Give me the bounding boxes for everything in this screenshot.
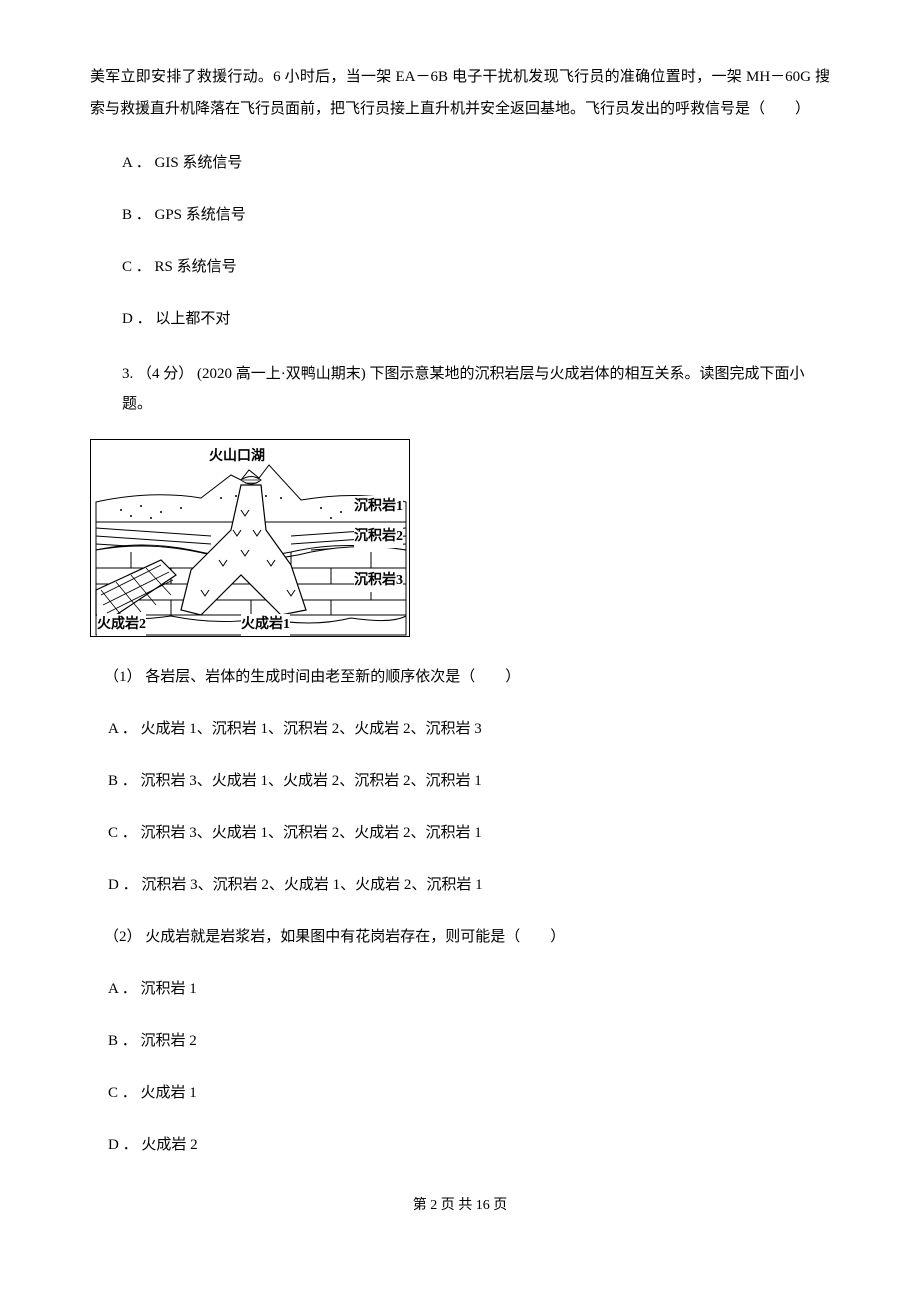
q3-sub1-stem: （1） 各岩层、岩体的生成时间由老至新的顺序依次是（ ） [90, 665, 830, 689]
page-content: 美军立即安排了救援行动。6 小时后，当一架 EA－6B 电子干扰机发现飞行员的准… [0, 0, 920, 1257]
q3-sub1-option-a: A ． 火成岩 1、沉积岩 1、沉积岩 2、火成岩 2、沉积岩 3 [90, 717, 830, 741]
q2-option-c: C ． RS 系统信号 [90, 255, 830, 279]
q2-option-d: D ． 以上都不对 [90, 307, 830, 331]
q3-stem: 3. （4 分） (2020 高一上·双鸭山期末) 下图示意某地的沉积岩层与火成… [90, 359, 830, 419]
q2-option-a: A ． GIS 系统信号 [90, 151, 830, 175]
q2-passage: 美军立即安排了救援行动。6 小时后，当一架 EA－6B 电子干扰机发现飞行员的准… [90, 62, 830, 125]
q3-sub1-option-b: B ． 沉积岩 3、火成岩 1、火成岩 2、沉积岩 2、沉积岩 1 [90, 769, 830, 793]
q3-sub2-option-d: D ． 火成岩 2 [90, 1133, 830, 1157]
q3-sub1-option-c: C ． 沉积岩 3、火成岩 1、沉积岩 2、火成岩 2、沉积岩 1 [90, 821, 830, 845]
q3-sub2-stem: （2） 火成岩就是岩浆岩，如果图中有花岗岩存在，则可能是（ ） [90, 925, 830, 949]
fig-label-ign2: 火成岩2 [97, 614, 146, 636]
q3-sub2-option-b: B ． 沉积岩 2 [90, 1029, 830, 1053]
q2-option-b: B ． GPS 系统信号 [90, 203, 830, 227]
q3-sub2-option-a: A ． 沉积岩 1 [90, 977, 830, 1001]
fig-label-sed1: 沉积岩1 [354, 496, 403, 518]
fig-label-ign1: 火成岩1 [241, 614, 290, 636]
q3-sub1-option-d: D ． 沉积岩 3、沉积岩 2、火成岩 1、火成岩 2、沉积岩 1 [90, 873, 830, 897]
page-footer: 第 2 页 共 16 页 [90, 1195, 830, 1217]
fig-label-sed2: 沉积岩2 [354, 526, 403, 548]
fig-label-sed3: 沉积岩3 [354, 570, 403, 592]
fig-label-crater-lake: 火山口湖 [209, 446, 265, 468]
q3-sub2-option-c: C ． 火成岩 1 [90, 1081, 830, 1105]
geology-figure: 火山口湖 沉积岩1 沉积岩2 沉积岩3 火成岩1 火成岩2 [90, 439, 410, 637]
